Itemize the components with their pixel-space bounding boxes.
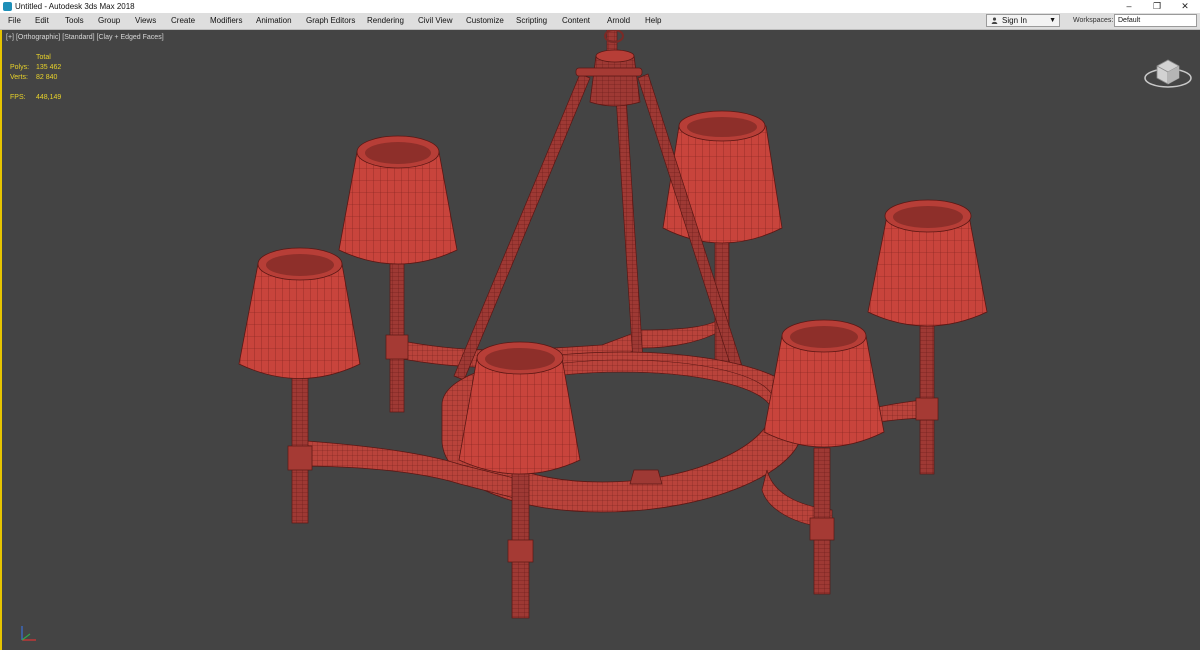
viewport-orthographic[interactable]: [+] [Orthographic] [Standard] [Clay + Ed… [0,30,1200,650]
menu-graph-editors[interactable]: Graph Editors [306,13,355,29]
menu-content[interactable]: Content [562,13,590,29]
verts-value: 82 840 [36,74,58,81]
rod-hook [629,469,663,485]
polys-label: Polys: [10,64,30,71]
viewport-shading-standard[interactable]: [Standard] [62,34,94,41]
minimize-button[interactable]: – [1114,0,1144,13]
window-titlebar: Untitled - Autodesk 3ds Max 2018 – ❐ ✕ [0,0,1200,13]
sign-in-label: Sign In [1002,16,1027,25]
menu-help[interactable]: Help [645,13,661,29]
workspace-value: Default [1118,17,1141,24]
viewport-menu-plus[interactable]: [+] [6,34,14,41]
viewport-point-of-view[interactable]: [Orthographic] [16,34,60,41]
fps-label: FPS: [10,94,26,101]
menu-customize[interactable]: Customize [466,13,504,29]
restore-button[interactable]: ❐ [1142,0,1172,13]
menu-group[interactable]: Group [98,13,120,29]
front-lamp-shades [238,247,885,475]
3dsmax-app-icon [3,2,12,11]
menu-tools[interactable]: Tools [65,13,84,29]
menu-file[interactable]: File [8,13,21,29]
workspace-select[interactable]: Default [1114,14,1197,27]
close-button[interactable]: ✕ [1170,0,1200,13]
menu-modifiers[interactable]: Modifiers [210,13,242,29]
menu-arnold[interactable]: Arnold [607,13,630,29]
stats-header: Total [36,54,51,61]
window-title: Untitled - Autodesk 3ds Max 2018 [15,2,135,11]
viewcube-icon[interactable] [1142,50,1194,90]
fps-value: 448,149 [36,94,62,101]
workspaces-label: Workspaces: [1073,17,1114,24]
menu-animation[interactable]: Animation [256,13,292,29]
menu-edit[interactable]: Edit [35,13,49,29]
viewport-display-mode[interactable]: [Clay + Edged Faces] [97,34,164,41]
menu-bar: File Edit Tools Group Views Create Modif… [0,13,1200,30]
polys-value: 135 462 [36,64,62,71]
menu-views[interactable]: Views [135,13,156,29]
viewport-label: [+] [Orthographic] [Standard] [Clay + Ed… [6,33,164,42]
menu-civil-view[interactable]: Civil View [418,13,453,29]
axis-tripod-icon [21,626,36,641]
menu-create[interactable]: Create [171,13,195,29]
sign-in-dropdown[interactable]: Sign In ▼ [986,14,1060,27]
menu-scripting[interactable]: Scripting [516,13,547,29]
chandelier-model[interactable] [2,30,1200,650]
chevron-down-icon: ▼ [1049,17,1056,24]
verts-label: Verts: [10,74,28,81]
menu-rendering[interactable]: Rendering [367,13,404,29]
viewport-statistics: Total Polys: 135 462 Verts: 82 840 FPS: 448… [10,53,90,103]
user-icon [991,17,998,24]
